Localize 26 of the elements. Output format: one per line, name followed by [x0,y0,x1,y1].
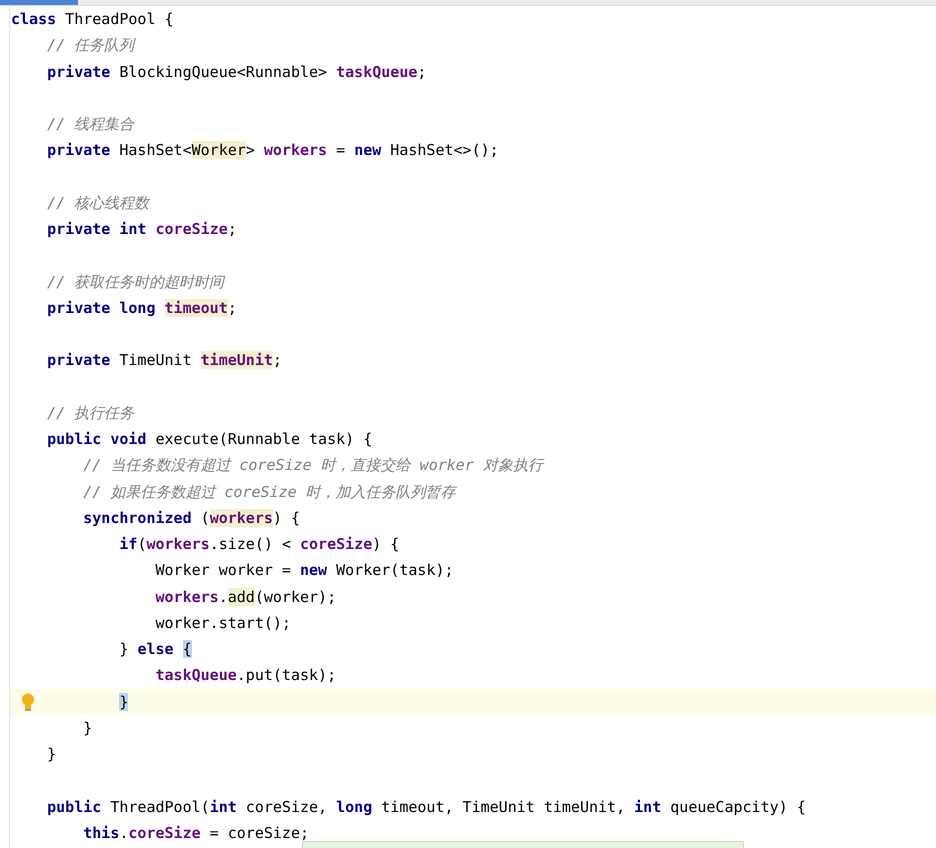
code-line: } else { [118,639,192,660]
code-line: private TimeUnit timeUnit; [46,350,282,372]
code-line: synchronized (workers) { [82,508,300,529]
code-line: public void execute(Runnable task) { [46,429,372,450]
code-line: private HashSet<Worker> workers = new HashSet<>(); [46,140,499,162]
lightbulb-icon[interactable] [21,692,35,710]
code-line: // 如果任务数超过 coreSize 时，加入任务队列暂存 [82,482,456,502]
code-line: class ThreadPool { [10,9,174,30]
code-line: // 核心线程数 [46,192,150,214]
code-line: // 任务队列 [46,35,134,56]
code-line: private long timeout; [46,298,237,319]
code-line: // 执行任务 [46,402,134,424]
code-line: private BlockingQueue<Runnable> taskQueue; [46,62,426,82]
code-line: Worker worker = new Worker(task); [154,560,454,582]
code-line: // 获取任务时的超时时间 [46,272,224,292]
code-line: taskQueue.put(task); [154,665,336,686]
code-line: private int coreSize; [46,219,237,240]
code-line: // 线程集合 [46,114,134,135]
code-line: } [46,744,56,765]
code-line: this.coreSize = coreSize; [82,822,310,844]
code-line: worker.start(); [154,612,291,634]
code-line: // 当任务数没有超过 coreSize 时，直接交给 worker 对象执行 [82,455,543,476]
code-line: workers.add(worker); [154,586,336,608]
code-line: } [82,718,92,739]
code-line: public ThreadPool(int coreSize, long timeout, TimeUnit timeUnit, int queueCapcity) { [46,796,806,818]
code-line: if(workers.size() < coreSize) { [118,534,400,555]
